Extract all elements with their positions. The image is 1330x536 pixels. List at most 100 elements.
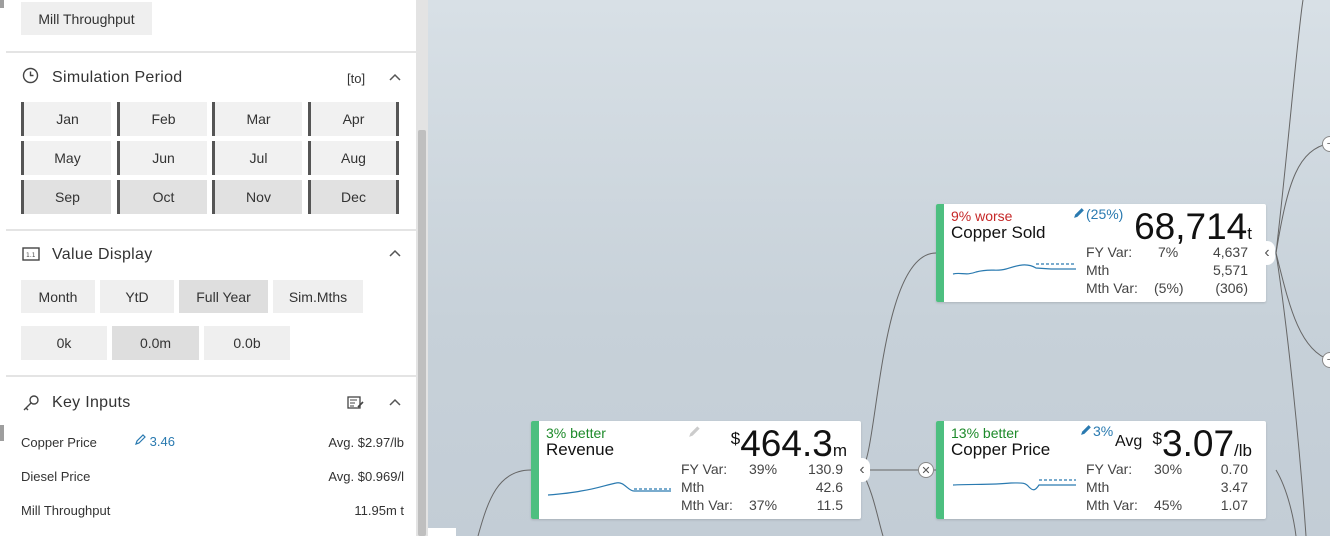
fy-var-value: 4,637: [1212, 244, 1248, 260]
month-sep-button[interactable]: Sep: [21, 180, 111, 214]
fy-var-value: 0.70: [1220, 461, 1248, 477]
fy-var-label: FY Var:: [1086, 461, 1133, 477]
card-value: 68,714t: [1134, 206, 1252, 248]
chevron-up-icon[interactable]: [388, 395, 402, 409]
mth-var-pct: 37%: [749, 497, 778, 513]
scale-m-button[interactable]: 0.0m: [112, 326, 199, 360]
value-display-title: Value Display: [52, 246, 153, 263]
chevron-left-icon[interactable]: ‹: [854, 458, 870, 482]
mth-label: Mth: [1086, 262, 1110, 278]
pencil-icon: [1081, 425, 1091, 435]
fy-var-value: 130.9: [807, 461, 843, 477]
fy-var-label: FY Var:: [681, 461, 728, 477]
key-input-label: Copper Price: [21, 435, 97, 450]
key-input-value: Avg. $2.97/lb: [328, 435, 404, 450]
month-jun-button[interactable]: Jun: [117, 141, 207, 175]
mth-label: Mth: [681, 479, 705, 495]
month-may-button[interactable]: May: [21, 141, 111, 175]
sparkline: [952, 263, 1076, 275]
driver-tree-canvas[interactable]: ✕ − − 9% worse (25%) Copper Sold 68,714t…: [428, 0, 1330, 536]
panel-scrollbar[interactable]: [416, 0, 428, 536]
status-text: 13% better: [951, 425, 1019, 441]
month-apr-button[interactable]: Apr: [308, 102, 399, 136]
scale-k-button[interactable]: 0k: [21, 326, 107, 360]
edit-override[interactable]: 3%: [1080, 423, 1113, 439]
month-mar-button[interactable]: Mar: [212, 102, 302, 136]
value-unit: m: [832, 441, 847, 460]
mth-var-label: Mth Var:: [1086, 497, 1138, 513]
card-value: Avg $3.07/lb: [1115, 423, 1252, 465]
scrollbar-thumb[interactable]: [418, 130, 426, 536]
value-prefix: Avg: [1114, 433, 1143, 450]
key-input-value: Avg. $0.969/l: [328, 469, 404, 484]
mth-value: 3.47: [1220, 479, 1248, 495]
mth-value: 42.6: [815, 479, 843, 495]
currency-symbol: $: [1152, 429, 1163, 448]
fy-var-pct: 7%: [1158, 244, 1179, 260]
copper-sold-card[interactable]: 9% worse (25%) Copper Sold 68,714t FY Va…: [936, 204, 1266, 302]
value-unit: /lb: [1234, 441, 1252, 460]
period-ytd-button[interactable]: YtD: [100, 280, 174, 313]
card-name: Copper Price: [951, 440, 1051, 459]
fy-var-pct: 39%: [749, 461, 778, 477]
copper-price-card[interactable]: 13% better 3% Copper Price Avg $3.07/lb …: [936, 421, 1266, 519]
pencil-icon: [135, 434, 146, 445]
chevron-up-icon[interactable]: [388, 246, 402, 260]
month-nov-button[interactable]: Nov: [212, 180, 302, 214]
mth-var-label: Mth Var:: [1086, 280, 1138, 296]
period-full-year-button[interactable]: Full Year: [179, 280, 268, 313]
status-text: 9% worse: [951, 208, 1013, 224]
month-jan-button[interactable]: Jan: [21, 102, 111, 136]
period-sim-mths-button[interactable]: Sim.Mths: [273, 280, 363, 313]
key-inputs-title: Key Inputs: [52, 394, 131, 411]
revenue-card[interactable]: 3% better Revenue $464.3m FY Var: 39% 13…: [531, 421, 861, 519]
currency-symbol: $: [730, 429, 741, 448]
close-node-icon[interactable]: ✕: [918, 462, 934, 478]
pencil-icon: [1074, 208, 1084, 218]
month-dec-button[interactable]: Dec: [308, 180, 399, 214]
value-number: 68,714: [1134, 206, 1248, 247]
mth-var-value: (306): [1215, 280, 1248, 296]
edit-override[interactable]: (25%): [1073, 206, 1123, 222]
month-feb-button[interactable]: Feb: [117, 102, 207, 136]
edit-list-icon[interactable]: [347, 395, 365, 411]
simulation-period-title: Simulation Period: [52, 69, 183, 86]
pencil-icon[interactable]: [688, 424, 702, 438]
key-input-label: Mill Throughput: [21, 503, 111, 518]
card-name: Revenue: [546, 440, 615, 459]
clock-icon: [22, 67, 39, 88]
mth-label: Mth: [1086, 479, 1110, 495]
side-panel: Mill Throughput Simulation Period [to] J…: [0, 0, 416, 536]
mill-throughput-button[interactable]: Mill Throughput: [21, 2, 152, 35]
display-icon: 1.1: [22, 246, 40, 266]
edge-marker: [0, 0, 4, 8]
status-bar: [531, 421, 539, 519]
mth-var-value: 1.07: [1220, 497, 1248, 513]
mth-var-pct: 45%: [1154, 497, 1183, 513]
status-bar: [936, 421, 944, 519]
status-bar: [936, 204, 944, 302]
value-number: 3.07: [1162, 423, 1235, 464]
key-input-label: Diesel Price: [21, 469, 91, 484]
key-icon: [22, 394, 40, 416]
month-aug-button[interactable]: Aug: [308, 141, 399, 175]
canvas-corner-tab: [428, 528, 456, 536]
scale-b-button[interactable]: 0.0b: [204, 326, 290, 360]
override-value: 3%: [1093, 423, 1114, 439]
month-jul-button[interactable]: Jul: [212, 141, 302, 175]
month-oct-button[interactable]: Oct: [117, 180, 207, 214]
section-divider: [6, 51, 416, 53]
value-unit: t: [1247, 224, 1252, 243]
edge-marker: [0, 425, 4, 441]
mth-var-value: 11.5: [816, 497, 843, 513]
mth-value: 5,571: [1212, 262, 1248, 278]
key-input-value: 11.95m t: [354, 503, 404, 518]
status-text: 3% better: [546, 425, 606, 441]
chevron-left-icon[interactable]: ‹: [1259, 241, 1275, 265]
copper-price-edit[interactable]: 3.46: [134, 434, 175, 449]
chevron-up-icon[interactable]: [388, 70, 402, 84]
period-month-button[interactable]: Month: [21, 280, 95, 313]
fy-var-label: FY Var:: [1086, 244, 1133, 260]
to-toggle[interactable]: [to]: [347, 71, 365, 86]
override-value: (25%): [1086, 206, 1124, 222]
